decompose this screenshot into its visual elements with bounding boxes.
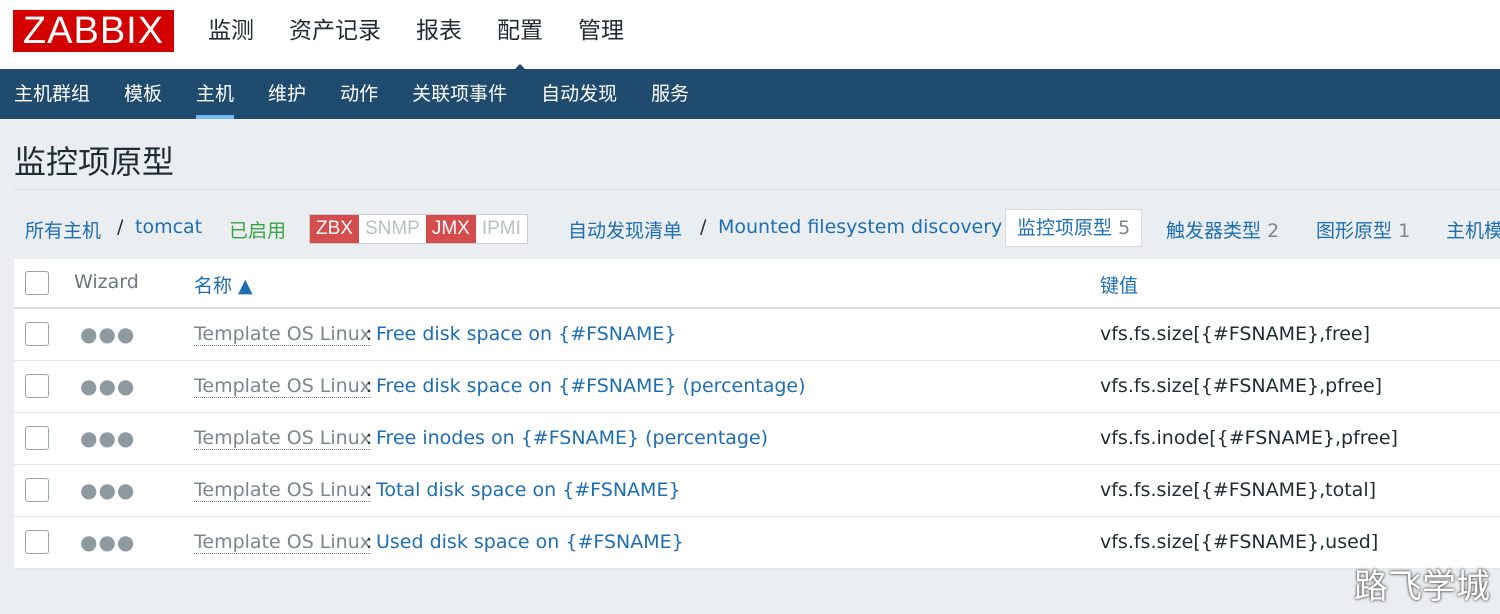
item-name-link[interactable]: Used disk space on {#FSNAME} bbox=[376, 531, 684, 553]
table-row: ●●● Template OS Linux : Free disk space … bbox=[14, 361, 1500, 413]
template-link[interactable]: Template OS Linux bbox=[194, 375, 371, 398]
template-link[interactable]: Template OS Linux bbox=[194, 323, 371, 346]
column-wizard: Wizard bbox=[74, 271, 139, 293]
tab-trigger-prototypes[interactable]: 触发器类型 2 bbox=[1166, 216, 1279, 243]
item-prototypes-table: Wizard 名称 ▲ 键值 ●●● Template OS Linux : F… bbox=[14, 259, 1500, 569]
template-link[interactable]: Template OS Linux bbox=[194, 479, 371, 502]
name-separator: : bbox=[366, 479, 373, 501]
content-area: 监控项原型 所有主机 / tomcat 已启用 ZBX SNMP JMX IPM… bbox=[0, 119, 1500, 614]
tab-item-prototypes-label: 监控项原型 bbox=[1017, 217, 1113, 239]
row-checkbox[interactable] bbox=[25, 478, 49, 502]
submenu-host-groups[interactable]: 主机群组 bbox=[14, 69, 90, 119]
breadcrumb-discovery-list[interactable]: 自动发现清单 bbox=[568, 216, 682, 243]
item-key: vfs.fs.size[{#FSNAME},total] bbox=[1100, 479, 1377, 501]
submenu-discovery[interactable]: 自动发现 bbox=[541, 69, 617, 119]
tab-host-prototypes[interactable]: 主机模 bbox=[1446, 216, 1500, 243]
submenu-hosts[interactable]: 主机 bbox=[196, 69, 235, 119]
breadcrumb: 所有主机 / tomcat 已启用 ZBX SNMP JMX IPMI 自动发现… bbox=[0, 209, 1500, 249]
item-key: vfs.fs.inode[{#FSNAME},pfree] bbox=[1100, 427, 1398, 449]
name-separator: : bbox=[366, 323, 373, 345]
row-checkbox[interactable] bbox=[25, 426, 49, 450]
tab-trigger-prototypes-label: 触发器类型 bbox=[1166, 220, 1262, 242]
submenu-correlation[interactable]: 关联项事件 bbox=[412, 69, 507, 119]
submenu-actions[interactable]: 动作 bbox=[340, 69, 378, 119]
name-separator: : bbox=[366, 375, 373, 397]
menu-reports[interactable]: 报表 bbox=[416, 0, 462, 69]
item-name-link[interactable]: Free inodes on {#FSNAME} (percentage) bbox=[376, 427, 768, 449]
menu-monitoring[interactable]: 监测 bbox=[208, 0, 254, 69]
jmx-badge: JMX bbox=[425, 215, 476, 243]
name-separator: : bbox=[366, 427, 373, 449]
item-name-link[interactable]: Total disk space on {#FSNAME} bbox=[376, 479, 681, 501]
ellipsis-icon[interactable]: ●●● bbox=[80, 478, 135, 502]
row-checkbox[interactable] bbox=[25, 530, 49, 554]
menu-inventory[interactable]: 资产记录 bbox=[289, 0, 381, 69]
ellipsis-icon[interactable]: ●●● bbox=[80, 530, 135, 554]
ellipsis-icon[interactable]: ●●● bbox=[80, 322, 135, 346]
submenu-services[interactable]: 服务 bbox=[651, 69, 689, 119]
breadcrumb-discovery-rule[interactable]: Mounted filesystem discovery bbox=[718, 216, 1002, 238]
ellipsis-icon[interactable]: ●●● bbox=[80, 426, 135, 450]
name-separator: : bbox=[366, 531, 373, 553]
menu-configuration[interactable]: 配置 bbox=[497, 0, 543, 76]
item-name-link[interactable]: Free disk space on {#FSNAME} bbox=[376, 323, 676, 345]
table-header: Wizard 名称 ▲ 键值 bbox=[14, 259, 1500, 309]
table-row: ●●● Template OS Linux : Used disk space … bbox=[14, 517, 1500, 569]
tab-graph-prototypes-count: 1 bbox=[1398, 220, 1411, 242]
breadcrumb-separator: / bbox=[700, 216, 707, 238]
tab-graph-prototypes[interactable]: 图形原型 1 bbox=[1316, 216, 1410, 243]
page-title: 监控项原型 bbox=[14, 143, 175, 181]
item-key: vfs.fs.size[{#FSNAME},used] bbox=[1100, 531, 1379, 553]
table-row: ●●● Template OS Linux : Free disk space … bbox=[14, 309, 1500, 361]
template-link[interactable]: Template OS Linux bbox=[194, 531, 371, 554]
submenu-maintenance[interactable]: 维护 bbox=[268, 69, 306, 119]
ellipsis-icon[interactable]: ●●● bbox=[80, 374, 135, 398]
breadcrumb-host[interactable]: tomcat bbox=[135, 216, 202, 238]
item-key: vfs.fs.size[{#FSNAME},pfree] bbox=[1100, 375, 1383, 397]
breadcrumb-all-hosts[interactable]: 所有主机 bbox=[25, 216, 101, 243]
tab-item-prototypes[interactable]: 监控项原型 5 bbox=[1005, 209, 1143, 247]
tab-graph-prototypes-label: 图形原型 bbox=[1316, 220, 1393, 242]
tab-trigger-prototypes-count: 2 bbox=[1267, 220, 1280, 242]
tab-item-prototypes-count: 5 bbox=[1118, 217, 1131, 239]
sub-menu-bar: 主机群组 模板 主机 维护 动作 关联项事件 自动发现 服务 bbox=[0, 69, 1500, 119]
template-link[interactable]: Template OS Linux bbox=[194, 427, 371, 450]
zabbix-logo[interactable]: ZABBIX bbox=[13, 10, 174, 52]
row-checkbox[interactable] bbox=[25, 374, 49, 398]
column-key-sort[interactable]: 键值 bbox=[1100, 271, 1138, 298]
submenu-templates[interactable]: 模板 bbox=[124, 69, 162, 119]
breadcrumb-separator: / bbox=[117, 216, 124, 238]
row-checkbox[interactable] bbox=[25, 322, 49, 346]
availability-badges: ZBX SNMP JMX IPMI bbox=[309, 214, 528, 244]
table-row: ●●● Template OS Linux : Total disk space… bbox=[14, 465, 1500, 517]
item-key: vfs.fs.size[{#FSNAME},free] bbox=[1100, 323, 1371, 345]
snmp-badge: SNMP bbox=[364, 218, 420, 239]
sub-menu: 主机群组 模板 主机 维护 动作 关联项事件 自动发现 服务 bbox=[0, 69, 1500, 119]
select-all-checkbox[interactable] bbox=[25, 271, 49, 295]
table-row: ●●● Template OS Linux : Free inodes on {… bbox=[14, 413, 1500, 465]
top-header: ZABBIX 监测 资产记录 报表 配置 管理 bbox=[0, 0, 1500, 76]
zbx-badge: ZBX bbox=[310, 215, 359, 243]
main-menu: 监测 资产记录 报表 配置 管理 bbox=[208, 0, 659, 76]
host-status[interactable]: 已启用 bbox=[229, 216, 286, 243]
item-name-link[interactable]: Free disk space on {#FSNAME} (percentage… bbox=[376, 375, 806, 397]
column-name-sort[interactable]: 名称 ▲ bbox=[194, 271, 253, 298]
menu-administration[interactable]: 管理 bbox=[578, 0, 624, 69]
watermark-text: 路飞学城 bbox=[1354, 567, 1490, 607]
divider bbox=[14, 189, 1500, 190]
ipmi-badge: IPMI bbox=[481, 218, 521, 239]
